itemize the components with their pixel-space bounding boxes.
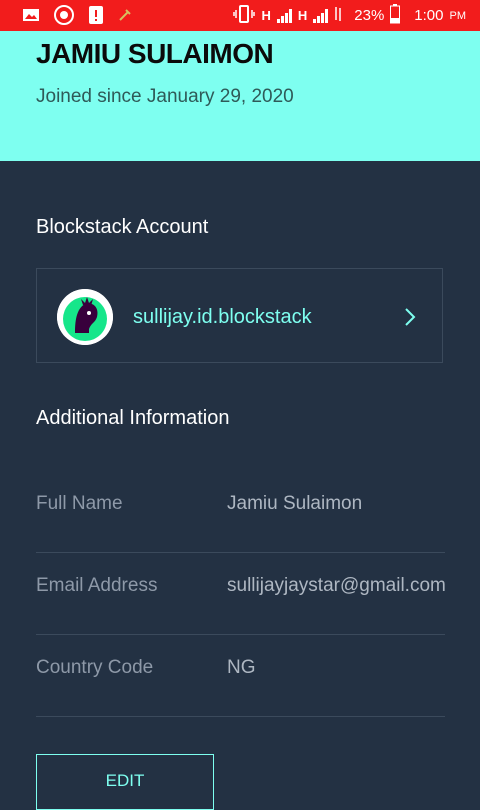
- notification-icons: [22, 5, 132, 30]
- tool-icon: [118, 8, 132, 27]
- network-type-1: H: [261, 8, 271, 23]
- email-value: sullijayjaystar@gmail.com: [227, 575, 446, 596]
- blockstack-account-name: sullijay.id.blockstack: [133, 306, 312, 328]
- chrome-icon: [54, 5, 74, 30]
- joined-date: Joined since January 29, 2020: [36, 86, 294, 107]
- alert-notification-icon: [88, 5, 104, 30]
- email-row: Email Address sullijayjaystar@gmail.com: [36, 553, 446, 635]
- country-code-row: Country Code NG: [36, 635, 445, 717]
- status-bar: H H 23% 1:00 PM: [0, 0, 480, 31]
- signal-icon-2: [313, 8, 329, 23]
- additional-info-title: Additional Information: [36, 407, 230, 429]
- battery-icon: [390, 3, 401, 28]
- full-name-value: Jamiu Sulaimon: [227, 493, 363, 514]
- avatar: [57, 289, 113, 345]
- chevron-right-icon: [400, 306, 420, 328]
- signal-icon-1: [276, 8, 292, 23]
- full-name-row: Full Name Jamiu Sulaimon: [36, 471, 445, 553]
- network-type-2: H: [297, 8, 308, 23]
- data-transfer-icon: [334, 6, 342, 26]
- status-indicators: H H 23% 1:00 PM: [233, 0, 466, 31]
- image-notification-icon: [22, 7, 40, 28]
- edit-button[interactable]: EDIT: [36, 754, 214, 810]
- vibrate-icon: [233, 4, 256, 27]
- profile-name: JAMIU SULAIMON: [36, 38, 274, 69]
- email-label: Email Address: [36, 575, 158, 596]
- clock-ampm: PM: [449, 9, 467, 22]
- blockstack-account-card[interactable]: sullijay.id.blockstack: [36, 268, 443, 363]
- country-code-value: NG: [227, 657, 256, 678]
- battery-percent: 23%: [354, 7, 385, 24]
- full-name-label: Full Name: [36, 493, 123, 514]
- blockstack-section-title: Blockstack Account: [36, 216, 209, 238]
- country-code-label: Country Code: [36, 657, 154, 678]
- clock-time: 1:00: [414, 7, 444, 24]
